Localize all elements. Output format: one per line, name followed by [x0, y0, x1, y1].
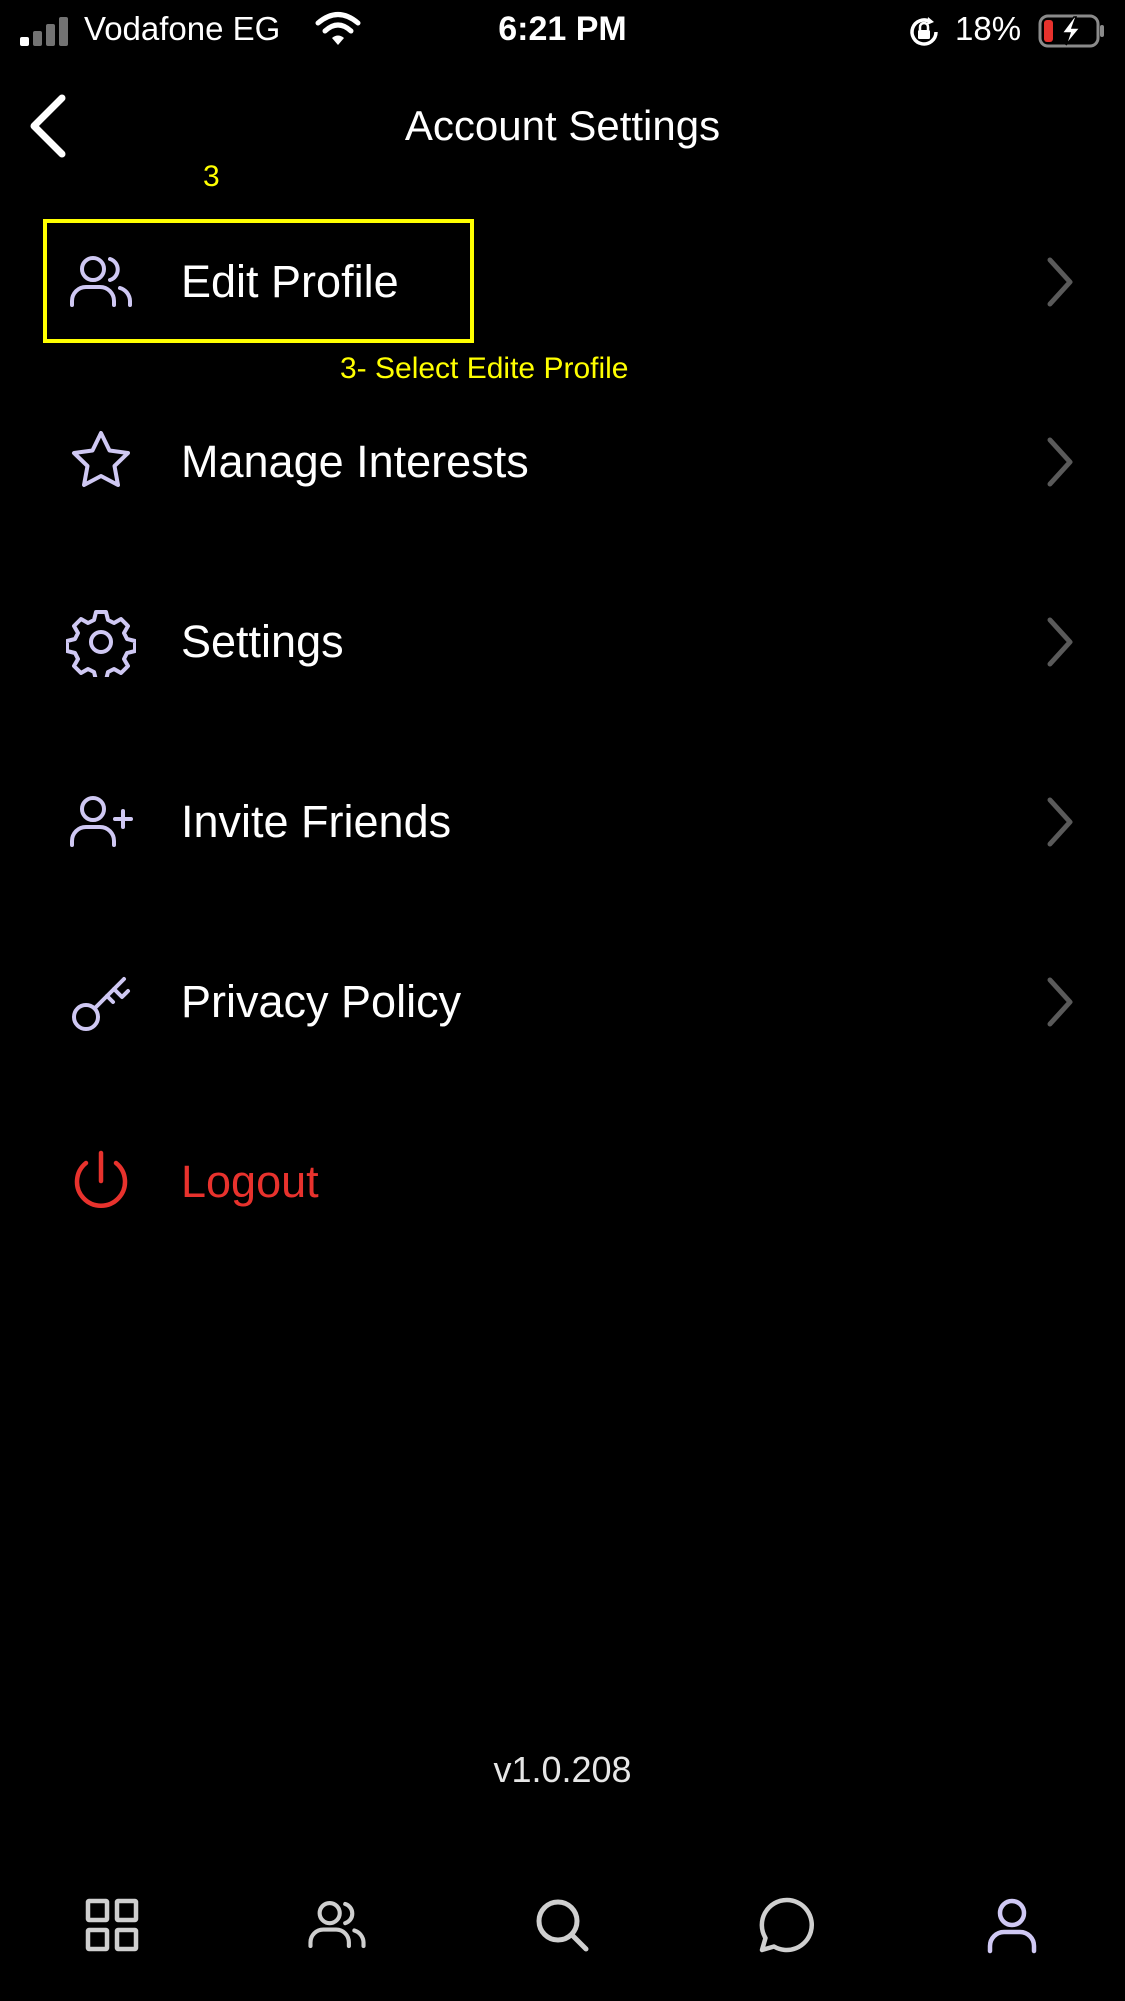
tab-search[interactable]: [517, 1880, 607, 1970]
key-icon: [66, 967, 136, 1037]
chevron-right-icon: [1040, 252, 1080, 312]
tab-profile[interactable]: [967, 1880, 1057, 1970]
chevron-right-icon: [1040, 792, 1080, 852]
chevron-right-icon: [1040, 432, 1080, 492]
menu-item-label: Privacy Policy: [181, 976, 462, 1027]
status-bar: Vodafone EG 6:21 PM 18%: [0, 0, 1125, 64]
tab-messages[interactable]: [742, 1880, 832, 1970]
menu-item-invite-friends[interactable]: Invite Friends: [0, 732, 1125, 912]
page-title: Account Settings: [404, 102, 721, 149]
grid-icon: [85, 1898, 139, 1952]
tab-friends[interactable]: [292, 1880, 382, 1970]
chevron-right-icon: [1040, 972, 1080, 1032]
menu-item-label: Edit Profile: [181, 256, 399, 307]
chat-icon: [759, 1897, 814, 1953]
chevron-right-icon: [1040, 612, 1080, 672]
profile-icon: [987, 1898, 1037, 1954]
menu-item-settings[interactable]: Settings: [0, 552, 1125, 732]
menu-item-edit-profile[interactable]: Edit Profile: [0, 192, 1125, 372]
search-icon: [536, 1899, 589, 1952]
menu-item-privacy-policy[interactable]: Privacy Policy: [0, 912, 1125, 1092]
menu-item-manage-interests[interactable]: Manage Interests: [0, 372, 1125, 552]
menu-item-label: Manage Interests: [181, 436, 529, 487]
rotation-lock-icon: [906, 14, 942, 50]
users-icon: [308, 1901, 366, 1949]
menu-item-logout[interactable]: Logout: [0, 1092, 1125, 1272]
annotation-step-number: 3: [203, 160, 220, 193]
star-icon: [66, 427, 136, 497]
user-plus-icon: [66, 787, 136, 857]
menu-item-label: Invite Friends: [181, 796, 452, 847]
tab-bar: [0, 1880, 1125, 1980]
battery-charging-icon: [1038, 14, 1106, 48]
users-icon: [66, 247, 136, 317]
tab-home[interactable]: [67, 1880, 157, 1970]
power-icon: [66, 1147, 136, 1217]
gear-icon: [65, 607, 137, 682]
app-version: v1.0.208: [493, 1749, 632, 1790]
menu-item-label: Settings: [181, 616, 344, 667]
menu-item-label: Logout: [181, 1156, 319, 1207]
navigation-bar: Account Settings: [0, 82, 1125, 174]
battery-percentage: 18%: [955, 10, 1022, 47]
